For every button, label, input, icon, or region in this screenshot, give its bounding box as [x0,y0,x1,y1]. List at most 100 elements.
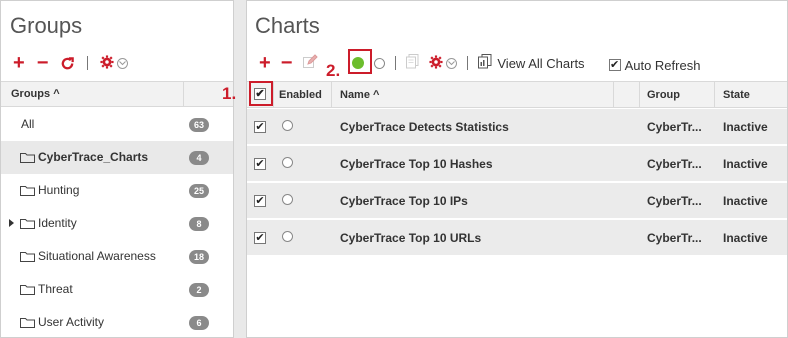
sort-asc-icon: ^ [53,88,60,100]
row-checkbox[interactable]: ✔ [254,195,266,207]
groups-list: All 63 CyberTrace_Charts 4 Hunting 25 Identity… [1,108,233,338]
table-row[interactable]: ✔ CyberTrace Top 10 URLs CyberTr... Inactiv… [247,220,787,256]
group-count-badge: 18 [189,250,209,264]
enabled-status-icon[interactable] [282,231,293,242]
chart-group-cell: CyberTr... [647,157,702,171]
groups-toolbar: + − [13,53,129,73]
row-checkbox[interactable]: ✔ [254,158,266,170]
name-column-header[interactable]: Name ^ [340,89,379,101]
charts-title: Charts [255,13,320,38]
gear-icon [429,54,443,72]
groups-column-header[interactable]: Groups ^ [1,81,233,107]
group-count-badge: 2 [189,283,209,297]
group-list-item[interactable]: Identity 8 [1,207,233,240]
row-checkbox[interactable]: ✔ [254,121,266,133]
enabled-status-icon[interactable] [282,194,293,205]
group-label: Identity [38,216,77,230]
auto-refresh-toggle[interactable]: ✔ Auto Refresh [608,57,701,73]
step2-highlight [348,49,372,74]
group-list-item[interactable]: Hunting 25 [1,174,233,207]
group-label: Threat [38,282,73,296]
group-list-item[interactable]: Situational Awareness 18 [1,240,233,273]
group-label: CyberTrace_Charts [38,150,149,164]
column-divider [613,82,614,107]
chart-name-cell: CyberTrace Top 10 URLs [340,231,482,245]
sort-asc-icon: ^ [373,89,380,101]
group-count-badge: 63 [189,118,209,132]
copy-icon[interactable] [406,54,419,72]
groups-panel: Groups + − Groups ^ All 63 CyberTrace_Char… [0,0,234,338]
gear-icon [100,54,114,72]
auto-refresh-label: Auto Refresh [624,57,701,73]
toolbar-separator [87,56,89,70]
enabled-status-icon[interactable] [282,120,293,131]
group-column-header[interactable]: Group [647,89,680,101]
group-label: All [21,117,35,131]
chart-group-cell: CyberTr... [647,120,702,134]
folder-icon [20,153,35,163]
remove-group-icon[interactable]: − [37,53,49,73]
remove-chart-icon[interactable]: − [281,53,293,73]
table-row[interactable]: ✔ CyberTrace Top 10 IPs CyberTr... Inactive [247,183,787,219]
view-all-charts-button[interactable]: View All Charts [478,54,585,72]
step1-highlight [249,81,273,106]
group-label: Situational Awareness [38,249,156,263]
enabled-status-icon[interactable] [282,157,293,168]
edit-icon[interactable] [302,53,319,73]
group-list-item[interactable]: Threat 2 [1,273,233,306]
group-list-item[interactable]: All 63 [1,108,233,141]
group-count-badge: 25 [189,184,209,198]
groups-column-label[interactable]: Groups ^ [11,88,60,100]
table-row[interactable]: ✔ CyberTrace Detects Statistics CyberTr...… [247,109,787,145]
column-divider [639,82,640,107]
group-settings-menu[interactable] [100,54,129,72]
add-chart-icon[interactable]: + [259,53,271,73]
chart-state-cell: Inactive [723,231,768,245]
table-row[interactable]: ✔ CyberTrace Top 10 Hashes CyberTr... Inact… [247,146,787,182]
chevron-down-icon [446,57,458,69]
step2-label: 2. [326,61,341,80]
column-divider [183,82,184,106]
view-all-charts-label: View All Charts [497,55,585,71]
charts-panel: Charts + − View All Charts ✔ Auto Refres… [246,0,788,338]
column-divider [331,82,332,107]
charts-stack-icon [478,54,492,72]
group-list-item[interactable]: CyberTrace_Charts 4 [1,141,233,174]
chart-state-cell: Inactive [723,194,768,208]
step1-label: 1. [222,84,237,103]
toolbar-separator [467,56,469,70]
refresh-icon[interactable] [60,56,75,71]
state-column-header[interactable]: State [723,89,750,101]
group-label: User Activity [38,315,105,329]
chart-settings-menu[interactable] [429,54,458,72]
chart-state-cell: Inactive [723,157,768,171]
folder-icon [20,285,35,295]
folder-icon [20,219,35,229]
column-divider [273,82,274,107]
row-checkbox[interactable]: ✔ [254,232,266,244]
expand-caret-icon[interactable] [9,219,14,227]
folder-icon [20,252,35,262]
auto-refresh-checkbox[interactable]: ✔ [608,59,621,71]
folder-icon [20,318,35,328]
folder-icon [20,186,35,196]
chart-name-cell: CyberTrace Detects Statistics [340,120,509,134]
add-group-icon[interactable]: + [13,53,25,73]
enabled-column-header[interactable]: Enabled [279,89,322,101]
group-count-badge: 6 [189,316,209,330]
column-divider [714,82,715,107]
chart-name-cell: CyberTrace Top 10 IPs [340,194,468,208]
chevron-down-icon [117,57,129,69]
chart-group-cell: CyberTr... [647,194,702,208]
group-count-badge: 4 [189,151,209,165]
chart-group-cell: CyberTr... [647,231,702,245]
charts-table-header: ✔ Enabled Name ^ Group State [247,81,787,108]
toolbar-separator [395,56,397,70]
chart-name-cell: CyberTrace Top 10 Hashes [340,157,493,171]
group-count-badge: 8 [189,217,209,231]
groups-title: Groups [10,13,83,38]
group-label: Hunting [38,183,80,197]
group-list-item[interactable]: User Activity 6 [1,306,233,338]
chart-state-cell: Inactive [723,120,768,134]
disable-icon[interactable] [374,57,386,69]
